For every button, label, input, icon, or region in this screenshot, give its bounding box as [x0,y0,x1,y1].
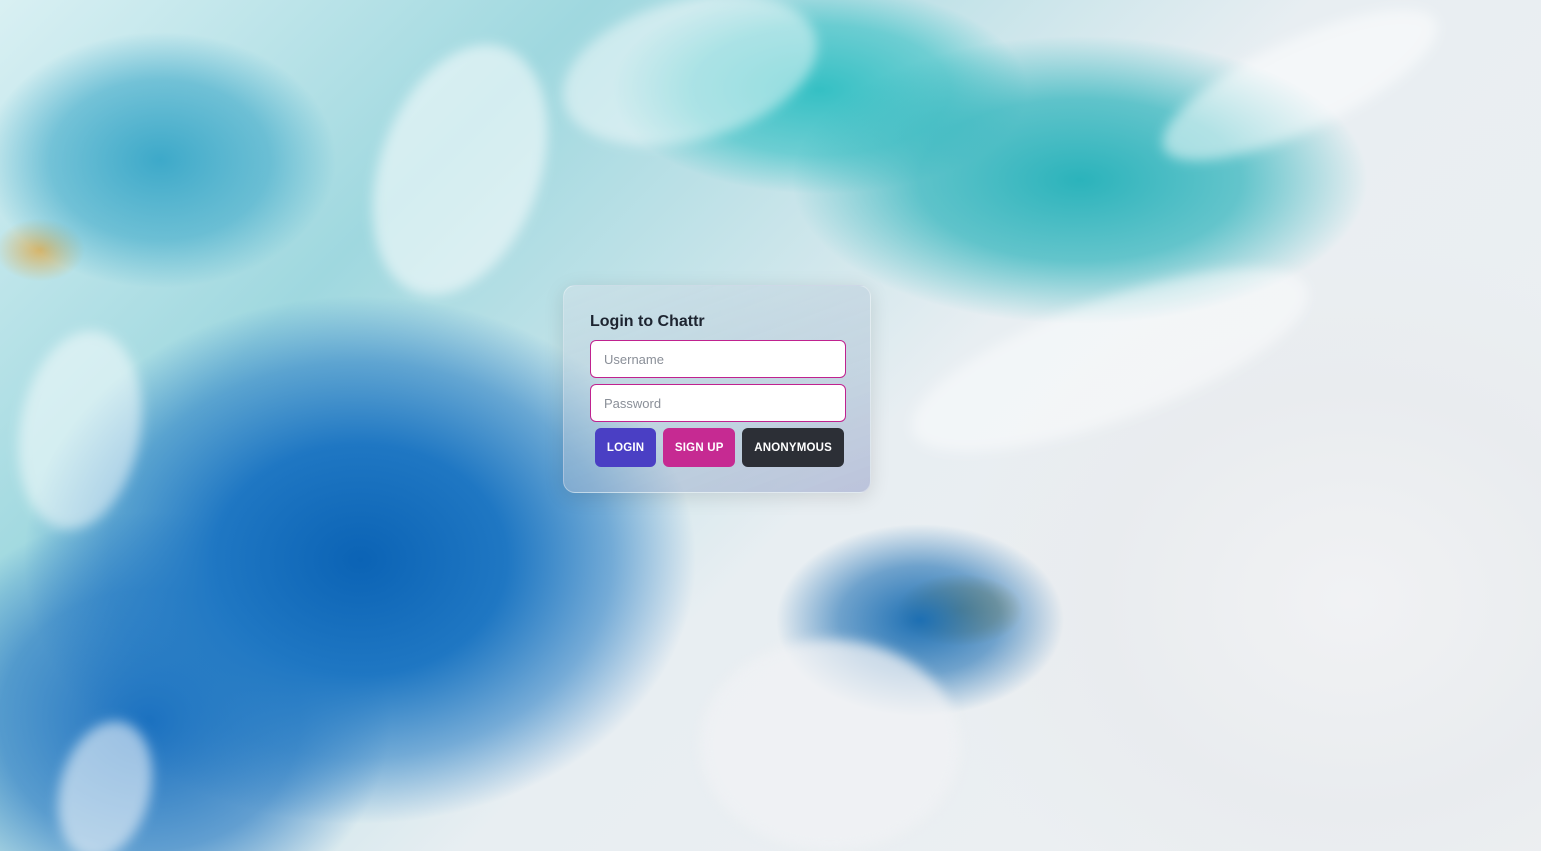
signup-button[interactable]: SIGN UP [663,428,736,467]
login-button[interactable]: LOGIN [595,428,657,467]
button-row: LOGIN SIGN UP ANONYMOUS [590,428,844,467]
password-input[interactable] [590,384,846,422]
anonymous-button[interactable]: ANONYMOUS [742,428,844,467]
login-card: Login to Chattr LOGIN SIGN UP ANONYMOUS [563,285,871,493]
login-title: Login to Chattr [590,313,705,330]
username-input[interactable] [590,340,846,378]
